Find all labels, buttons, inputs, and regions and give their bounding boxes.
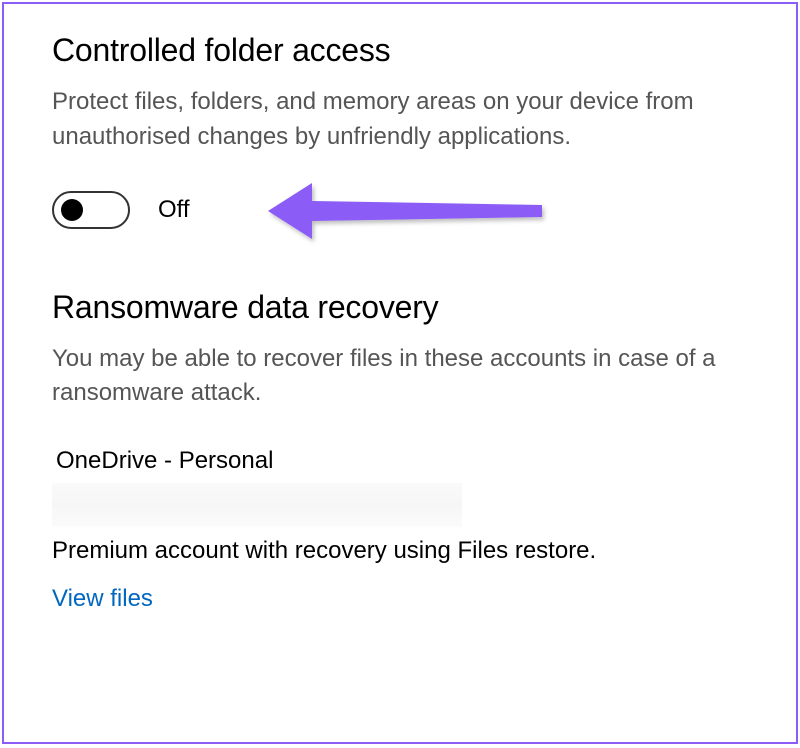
toggle-knob [61,199,83,221]
ransomware-recovery-section: Ransomware data recovery You may be able… [52,289,748,614]
ransomware-recovery-description: You may be able to recover files in thes… [52,342,748,412]
annotation-arrow-icon [262,173,552,253]
controlled-folder-access-description: Protect files, folders, and memory areas… [52,85,748,155]
controlled-folder-access-heading: Controlled folder access [52,32,748,69]
onedrive-account-name: OneDrive - Personal [56,447,748,475]
settings-panel: Controlled folder access Protect files, … [2,2,798,744]
account-detail: Premium account with recovery using File… [52,537,748,565]
redacted-email [52,483,462,527]
controlled-folder-access-toggle[interactable] [52,191,130,229]
toggle-state-label: Off [158,196,190,224]
toggle-row: Off [52,191,748,229]
ransomware-recovery-heading: Ransomware data recovery [52,289,748,326]
view-files-link[interactable]: View files [52,585,153,613]
